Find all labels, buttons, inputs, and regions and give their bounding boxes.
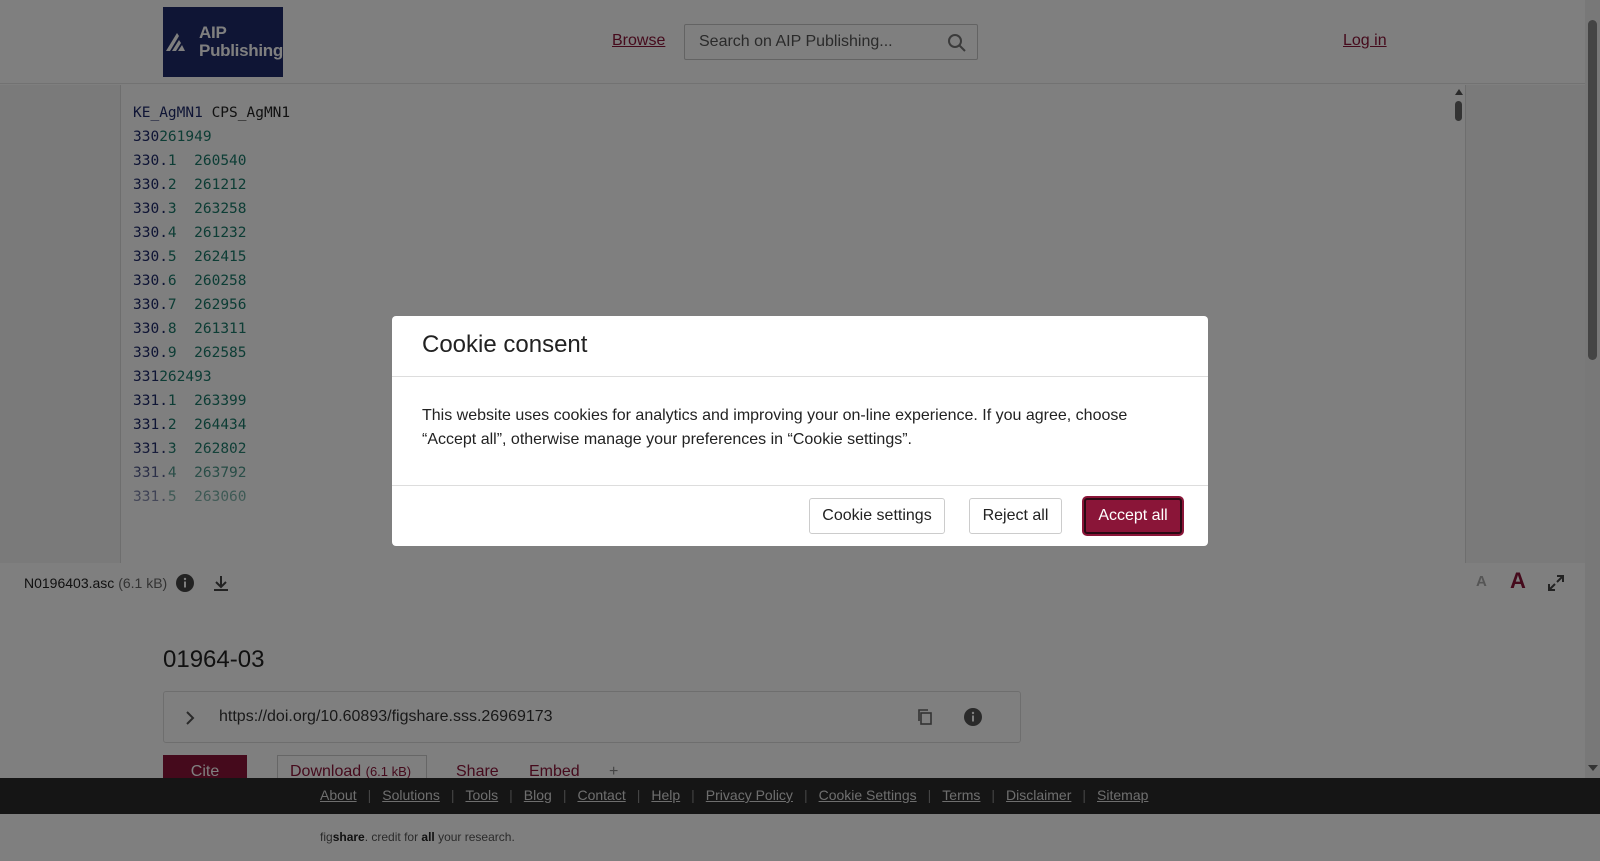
cookie-consent-dialog: Cookie consent This website uses cookies… bbox=[392, 316, 1208, 546]
cookie-dialog-message: This website uses cookies for analytics … bbox=[392, 377, 1208, 486]
cookie-dialog-title: Cookie consent bbox=[392, 316, 1208, 377]
accept-all-button[interactable]: Accept all bbox=[1084, 498, 1182, 534]
reject-all-button[interactable]: Reject all bbox=[969, 498, 1062, 534]
cookie-dialog-actions: Cookie settings Reject all Accept all bbox=[392, 486, 1208, 546]
cookie-settings-button[interactable]: Cookie settings bbox=[809, 498, 945, 534]
